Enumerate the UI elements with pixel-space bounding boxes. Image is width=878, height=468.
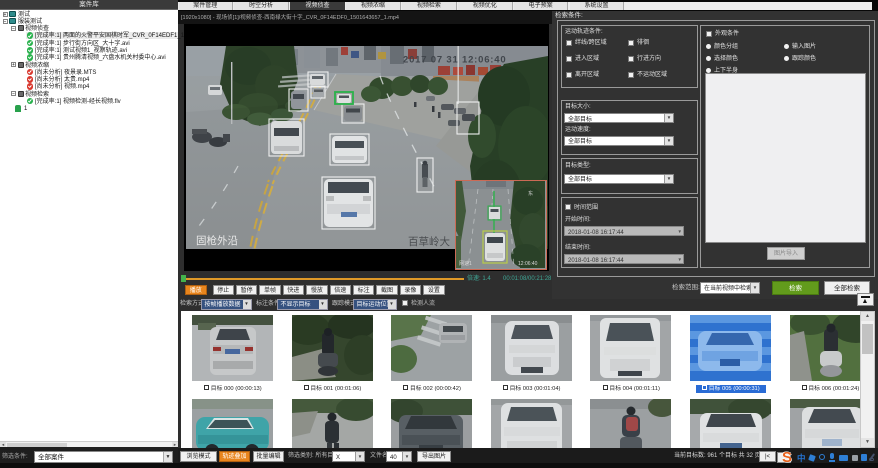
svg-text:百草岭大: 百草岭大 <box>408 235 450 248</box>
svg-text:2017 07 31 12:06:40: 2017 07 31 12:06:40 <box>403 54 506 65</box>
svg-text:东: 东 <box>528 190 533 197</box>
svg-text:固枪外沿: 固枪外沿 <box>196 234 238 247</box>
svg-text:12:06:40: 12:06:40 <box>518 261 538 267</box>
svg-text:网速1: 网速1 <box>459 261 472 267</box>
